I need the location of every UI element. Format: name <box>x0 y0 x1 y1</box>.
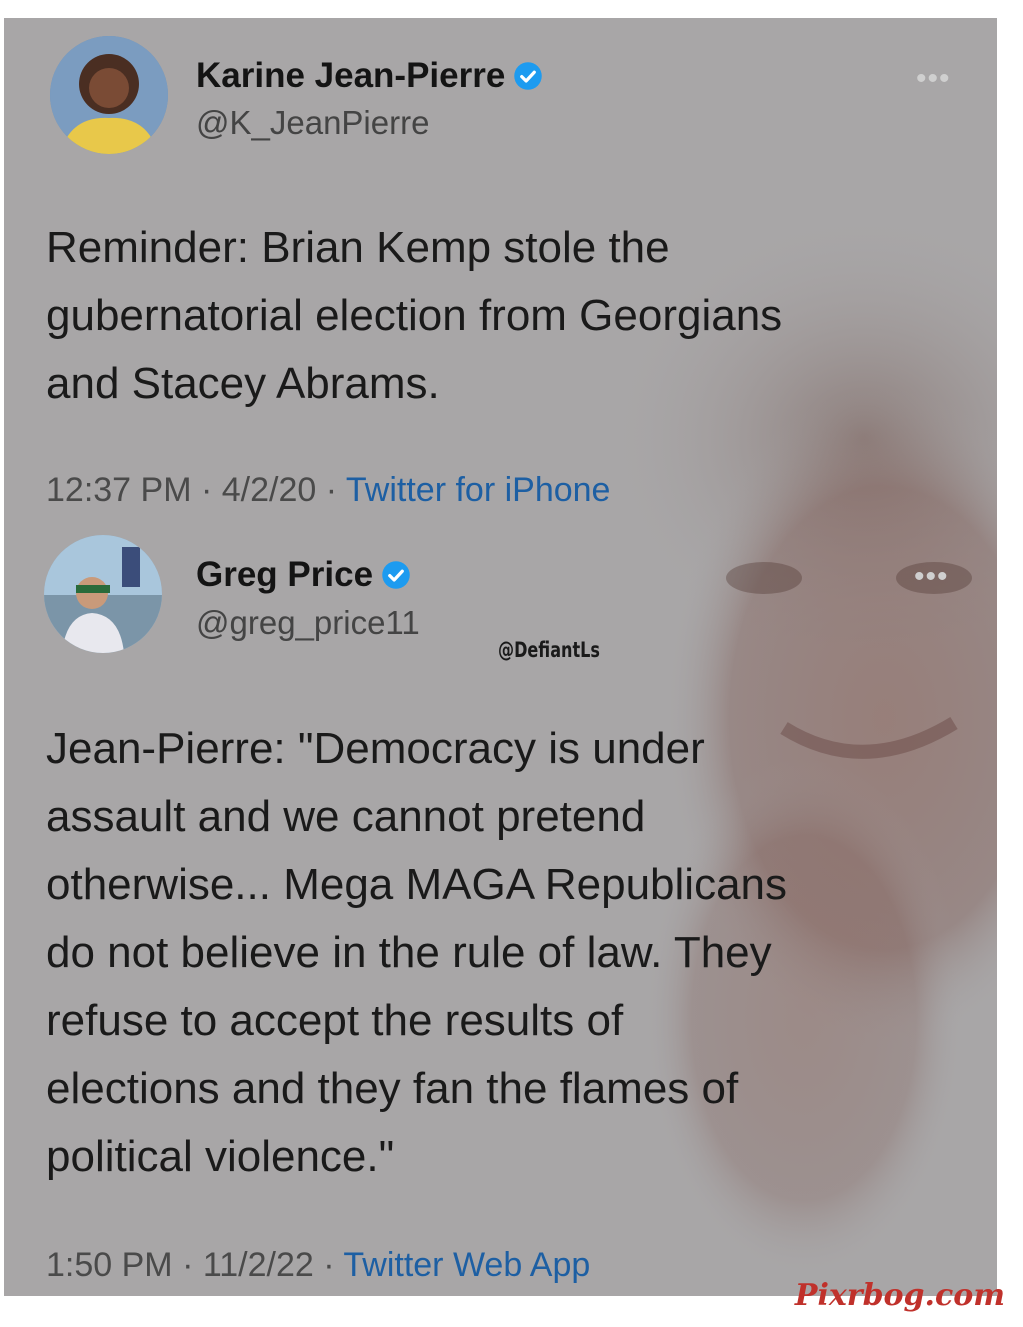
display-name-text: Karine Jean-Pierre <box>196 56 506 95</box>
tweet-source[interactable]: Twitter for iPhone <box>346 471 611 509</box>
separator: · <box>316 471 346 509</box>
more-dots-icon[interactable]: ••• <box>914 560 949 594</box>
separator: · <box>172 1246 203 1284</box>
separator: · <box>191 471 222 509</box>
display-name[interactable]: Karine Jean-Pierre <box>196 56 543 96</box>
verified-badge-icon <box>514 62 543 90</box>
tweet-meta: 12:37 PM · 4/2/20 · Twitter for iPhone <box>46 471 610 510</box>
avatar[interactable] <box>44 535 162 653</box>
watermark-handle: @DefiantLs <box>498 638 600 662</box>
tweet-time[interactable]: 1:50 PM <box>46 1246 173 1284</box>
user-handle[interactable]: @K_JeanPierre <box>196 104 429 142</box>
separator: · <box>313 1246 344 1284</box>
tweet-date[interactable]: 4/2/20 <box>222 471 317 509</box>
tweet-text: Reminder: Brian Kemp stole the gubernato… <box>46 223 783 408</box>
tweet-time[interactable]: 12:37 PM <box>46 471 192 509</box>
display-name-text: Greg Price <box>196 555 374 594</box>
screenshot-card: Karine Jean-Pierre @K_JeanPierre ••• Rem… <box>4 18 997 1296</box>
display-name[interactable]: Greg Price <box>196 555 411 595</box>
avatar[interactable] <box>50 36 168 154</box>
tweet-date[interactable]: 11/2/22 <box>203 1246 314 1284</box>
site-watermark: Pixrbog.com <box>794 1278 1005 1313</box>
tweet-meta: 1:50 PM · 11/2/22 · Twitter Web App <box>46 1246 590 1285</box>
tweet-text: Jean-Pierre: "Democracy is under assault… <box>46 724 788 1181</box>
verified-badge-icon <box>382 561 410 589</box>
tweet-source[interactable]: Twitter Web App <box>343 1246 590 1284</box>
user-handle[interactable]: @greg_price11 <box>196 604 420 642</box>
more-dots-icon[interactable]: ••• <box>916 62 951 96</box>
